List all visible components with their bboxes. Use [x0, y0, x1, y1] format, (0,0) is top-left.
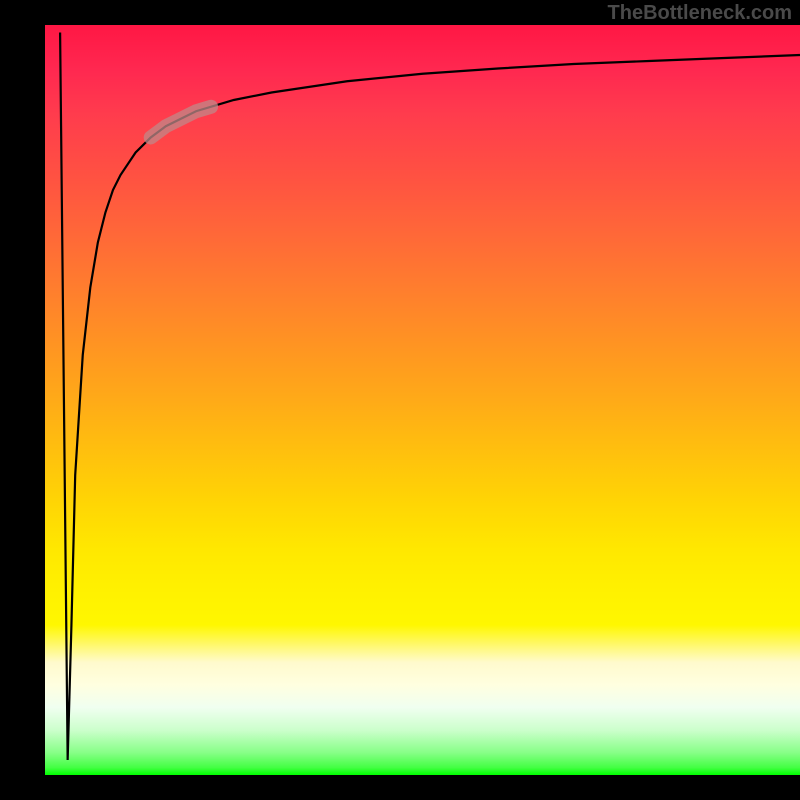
bottleneck-curve-line [60, 33, 800, 761]
watermark-text: TheBottleneck.com [608, 2, 792, 25]
curve-highlight-marker [151, 107, 211, 138]
chart-curve-svg [45, 25, 800, 775]
